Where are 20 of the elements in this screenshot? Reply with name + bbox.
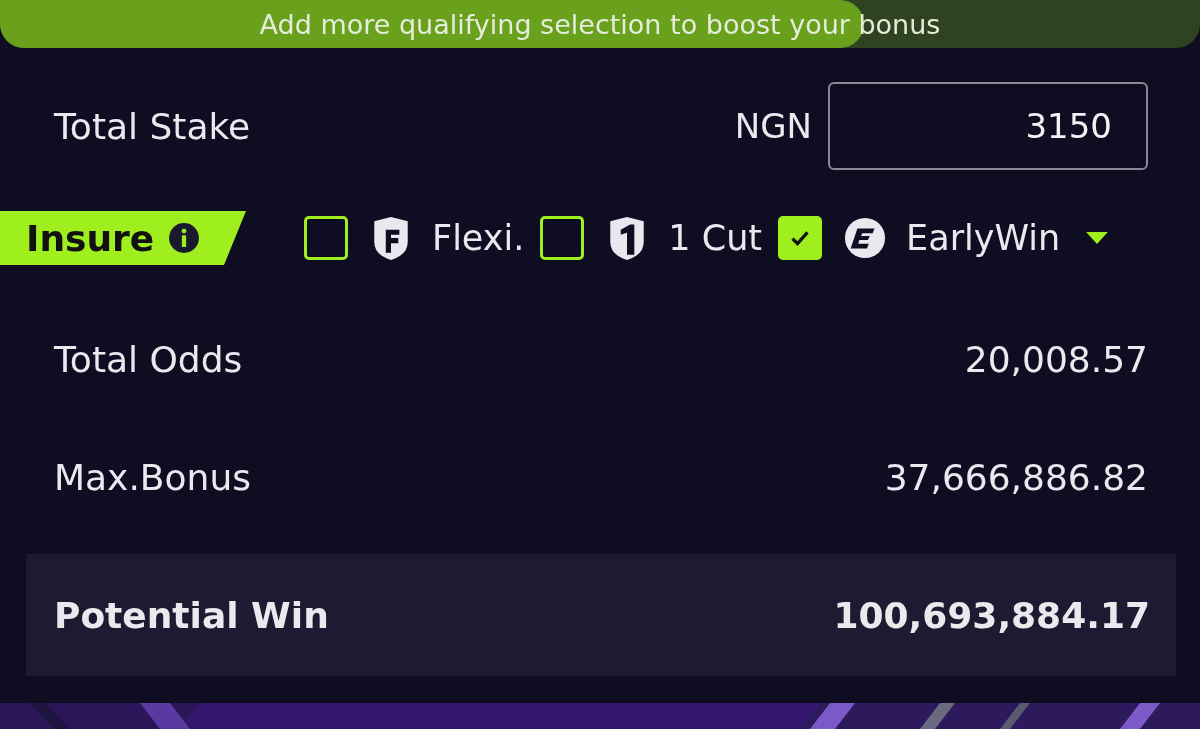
option-label: EarlyWin (906, 218, 1061, 258)
summary-label: Max.Bonus (54, 456, 252, 498)
option-label: 1 Cut (668, 218, 763, 258)
summary-label: Total Odds (54, 338, 244, 380)
option-label: Flexi. (432, 218, 525, 258)
round-logo-icon (844, 215, 887, 261)
checkbox[interactable] (304, 216, 348, 260)
checkbox[interactable] (778, 216, 823, 260)
info-icon[interactable] (168, 222, 201, 254)
summary-value: 20,008.57 (964, 338, 1148, 380)
insure-label: Insure (26, 217, 155, 259)
potential-win-value: 100,693,884.17 (833, 594, 1150, 636)
summary-value: 37,666,886.82 (884, 456, 1148, 498)
checkbox[interactable] (540, 216, 585, 260)
potential-win-label: Potential Win (54, 594, 329, 636)
total-stake-label: Total Stake (54, 105, 252, 147)
caret-icon[interactable] (1086, 231, 1109, 245)
bonus-message: Add more qualifying selection to boost your bonus (259, 8, 941, 40)
currency-label: NGN (734, 106, 812, 146)
stake-input[interactable]: 3150 (828, 82, 1148, 170)
